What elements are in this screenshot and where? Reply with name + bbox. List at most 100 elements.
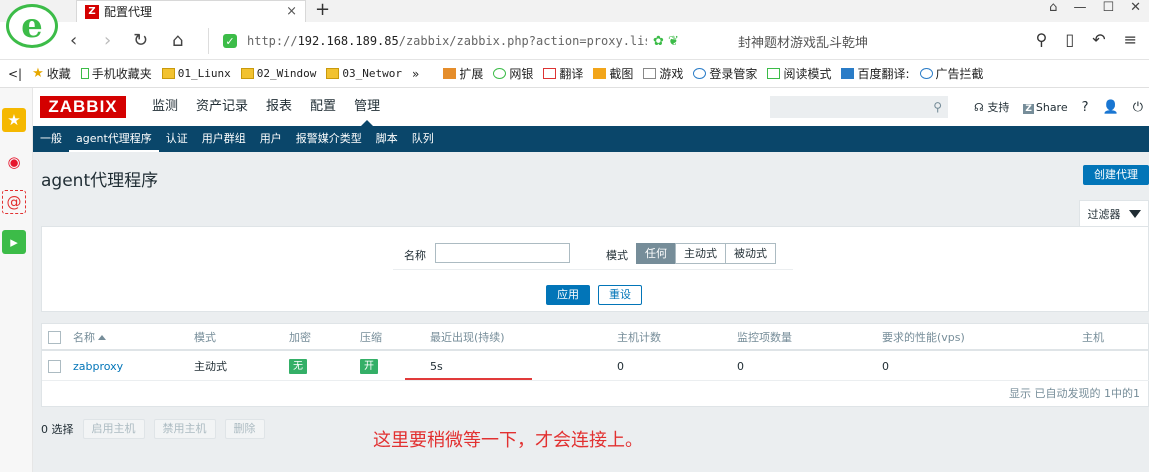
delete-button[interactable]: 删除 — [224, 419, 265, 439]
mode-any-option[interactable]: 任何 — [636, 243, 676, 264]
column-name[interactable]: 名称 — [73, 324, 106, 351]
url-box[interactable]: ✓ http://192.168.189.85/zabbix/zabbix.ph… — [208, 28, 728, 54]
browser-tab[interactable]: Z 配置代理 × — [76, 0, 306, 22]
sub-menu-authentication[interactable]: 认证 — [159, 126, 195, 152]
global-search-input[interactable]: ⚲ — [770, 96, 948, 118]
star-icon: ★ — [32, 66, 44, 81]
sort-asc-icon — [98, 335, 106, 340]
zabbix-logo[interactable]: ZABBIX — [40, 96, 126, 118]
minimize-icon[interactable]: — — [1073, 0, 1086, 15]
proxy-table: 名称 模式 加密 压缩 最近出现(持续) 主机计数 监控项数量 要求的性能(vp… — [41, 323, 1149, 407]
games-button[interactable]: 游戏 — [643, 65, 683, 82]
encryption-cell: 无 — [289, 353, 307, 380]
bank-icon — [493, 68, 507, 79]
sub-menu-proxies[interactable]: agent代理程序 — [69, 126, 159, 152]
filter-panel: 名称 模式 任何 主动式 被动式 应用 重设 — [41, 226, 1149, 312]
adblock-button[interactable]: 广告拦截 — [919, 65, 984, 82]
search-icon[interactable]: ⚲ — [1036, 30, 1048, 49]
sub-menu-media-types[interactable]: 报警媒介类型 — [289, 126, 369, 152]
bookmark-favorites[interactable]: ★ 收藏 — [32, 65, 71, 82]
mail-icon[interactable]: @ — [2, 190, 26, 214]
undo-icon[interactable]: ↶ — [1092, 30, 1105, 49]
search-suggestion[interactable]: 封神题材游戏乱斗乾坤 — [738, 32, 868, 51]
bookmark-folder-2[interactable]: 02_Window — [240, 67, 316, 80]
main-menu-administration[interactable]: 管理 — [345, 88, 389, 126]
create-proxy-button[interactable]: 创建代理 — [1083, 165, 1149, 185]
skin-icon[interactable]: ⌂ — [1049, 0, 1057, 15]
filter-name-input[interactable] — [435, 243, 570, 263]
column-host-count: 主机计数 — [617, 331, 661, 344]
bookmarks-bar: <| ★ 收藏 手机收藏夹 01_Liunx 02_Window 03_Netwo… — [0, 60, 1149, 88]
browser-side-strip: ★ ◉ @ ▸ — [0, 88, 33, 472]
filter-tab[interactable]: 过滤器 — [1079, 200, 1149, 226]
filter-divider — [393, 269, 793, 270]
tv-icon[interactable]: ▸ — [2, 230, 26, 254]
main-menu-inventory[interactable]: 资产记录 — [187, 88, 257, 126]
reader-mode-button[interactable]: 阅读模式 — [767, 65, 831, 82]
new-tab-button[interactable]: + — [315, 0, 330, 20]
mode-passive-option[interactable]: 被动式 — [725, 243, 776, 264]
bookmark-overflow[interactable]: » — [412, 67, 419, 81]
sidebar-toggle-icon[interactable]: <| — [8, 67, 22, 81]
annotation-text: 这里要稍微等一下，才会连接上。 — [373, 430, 643, 451]
bookmark-folder-1[interactable]: 01_Liunx — [161, 67, 231, 80]
login-manager-button[interactable]: 登录管家 — [693, 65, 757, 82]
apply-button[interactable]: 应用 — [546, 285, 590, 305]
share-link[interactable]: Z Share — [1023, 101, 1068, 114]
row-checkbox[interactable] — [48, 360, 61, 373]
disable-hosts-button[interactable]: 禁用主机 — [153, 419, 216, 439]
zabbix-favicon-icon: Z — [85, 4, 99, 19]
gamepad-icon — [643, 68, 657, 79]
support-link[interactable]: ☊ 支持 — [974, 99, 1009, 115]
reset-button[interactable]: 重设 — [598, 285, 642, 305]
reload-icon[interactable]: ↻ — [133, 30, 148, 51]
search-icon[interactable]: ⚲ — [933, 100, 942, 114]
table-footer: 显示 已自动发现的 1中的1 — [1009, 387, 1140, 400]
bookmark-mobile[interactable]: 手机收藏夹 — [80, 65, 152, 82]
screenshot-button[interactable]: 截图 — [593, 65, 633, 82]
help-link[interactable]: ? — [1082, 100, 1089, 115]
sub-menu-scripts[interactable]: 脚本 — [369, 126, 405, 152]
enable-hosts-button[interactable]: 启用主机 — [82, 419, 145, 439]
back-icon[interactable]: ‹ — [70, 30, 77, 51]
sub-menu-user-groups[interactable]: 用户群组 — [195, 126, 253, 152]
logout-icon[interactable]: ⏻ — [1133, 100, 1143, 115]
select-all-checkbox[interactable] — [48, 331, 61, 344]
table-row: zabproxy 主动式 无 开 5s 0 0 0 — [42, 353, 1149, 381]
translate-button[interactable]: 翻译 — [543, 65, 583, 82]
shield-icon: ✓ — [223, 34, 237, 48]
mode-active-option[interactable]: 主动式 — [675, 243, 726, 264]
sub-menu-queue[interactable]: 队列 — [405, 126, 441, 152]
user-icon[interactable]: 👤 — [1103, 100, 1119, 115]
browser-logo-icon[interactable]: e — [6, 4, 58, 48]
refresh-mode-icon[interactable]: ✿ ❦ — [653, 34, 679, 49]
sub-menu-users[interactable]: 用户 — [253, 126, 289, 152]
encryption-badge: 无 — [289, 359, 307, 374]
translate-icon — [543, 68, 557, 79]
proxy-name-link[interactable]: zabproxy — [73, 353, 123, 380]
maximize-icon[interactable]: ☐ — [1102, 0, 1114, 15]
baidu-translate-button[interactable]: 百度翻译: — [841, 65, 910, 82]
close-icon[interactable]: × — [286, 4, 297, 19]
scissors-icon — [593, 68, 607, 79]
translate-icon — [841, 68, 855, 79]
folder-icon — [161, 68, 175, 79]
close-window-icon[interactable]: ✕ — [1130, 0, 1141, 15]
main-menu-configuration[interactable]: 配置 — [301, 88, 345, 126]
bookmark-folder-3[interactable]: 03_Networ — [326, 67, 402, 80]
menu-icon[interactable]: ≡ — [1124, 30, 1137, 49]
phone-icon[interactable]: ▯ — [1065, 30, 1074, 49]
sub-menu-general[interactable]: 一般 — [33, 126, 69, 152]
url-text[interactable]: http://192.168.189.85/zabbix/zabbix.php?… — [247, 34, 647, 48]
home-icon[interactable]: ⌂ — [172, 30, 183, 51]
item-count-value: 0 — [737, 360, 744, 373]
main-menu-reports[interactable]: 报表 — [257, 88, 301, 126]
ebank-button[interactable]: 网银 — [493, 65, 533, 82]
zabbix-header: ZABBIX 监测 资产记录 报表 配置 管理 ⚲ ☊ 支持 Z Share ? … — [33, 88, 1149, 126]
weibo-icon[interactable]: ◉ — [2, 150, 26, 174]
forward-icon[interactable]: › — [104, 30, 111, 51]
main-menu-monitoring[interactable]: 监测 — [143, 88, 187, 126]
vps-value: 0 — [882, 360, 889, 373]
star-icon[interactable]: ★ — [2, 108, 26, 132]
extensions-button[interactable]: 扩展 — [443, 65, 483, 82]
